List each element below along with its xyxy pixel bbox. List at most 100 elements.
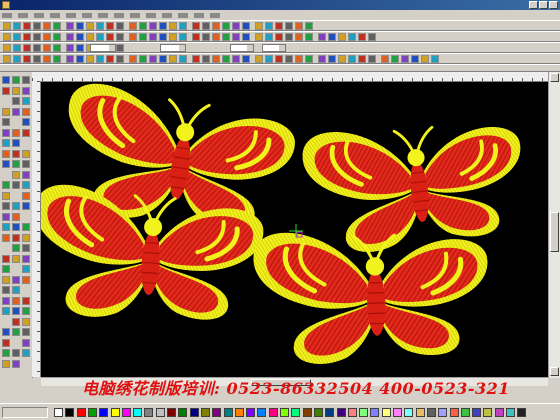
toolbar-button-icon[interactable] [222,55,230,63]
toolbar-button-icon[interactable] [305,33,313,41]
thread-color-swatch[interactable] [302,408,312,417]
tool-icon[interactable] [12,317,20,326]
toolbar-button-icon[interactable] [76,55,84,63]
toolbar-button-icon[interactable] [348,55,356,63]
thread-color-swatch[interactable] [438,408,448,417]
tool-icon[interactable] [22,296,30,305]
toolbar-button-icon[interactable] [53,22,61,30]
toolbar-button-icon[interactable] [53,33,61,41]
toolbar-button-icon[interactable] [212,33,220,41]
toolbar-button-icon[interactable] [212,55,220,63]
toolbar-button-icon[interactable] [149,55,157,63]
toolbar-button-icon[interactable] [232,33,240,41]
toolbar-button-icon[interactable] [242,33,250,41]
toolbar-button-icon[interactable] [275,55,283,63]
toolbar-button-icon[interactable] [13,55,21,63]
thread-color-swatch[interactable] [313,408,323,417]
toolbar-button-icon[interactable] [43,33,51,41]
toolbar-button-icon[interactable] [86,55,94,63]
toolbar-button-icon[interactable] [33,33,41,41]
toolbar-button-icon[interactable] [255,55,263,63]
tool-icon[interactable] [2,139,10,147]
toolbar-button-icon[interactable] [179,33,187,41]
thread-color-swatch[interactable] [212,408,222,417]
thread-color-swatch[interactable] [121,408,131,417]
tool-icon[interactable] [12,254,20,263]
thread-color-swatch[interactable] [268,408,278,417]
menu-item[interactable] [178,10,192,20]
tool-icon[interactable] [12,286,20,294]
tool-icon[interactable] [12,128,20,137]
toolbar-button-icon[interactable] [381,55,389,63]
thread-color-swatch[interactable] [167,408,176,417]
toolbar-button-icon[interactable] [33,22,41,30]
menu-item[interactable] [98,10,112,20]
thread-color-swatch[interactable] [99,408,109,417]
menu-item[interactable] [18,10,32,20]
toolbar-button-icon[interactable] [139,33,147,41]
toolbar-button-icon[interactable] [318,33,326,41]
toolbar-button-icon[interactable] [43,55,51,63]
menu-item[interactable] [114,10,128,20]
tool-icon[interactable] [2,349,10,357]
tool-icon[interactable] [2,296,10,305]
thread-color-swatch[interactable] [347,408,357,417]
toolbar-button-icon[interactable] [86,33,94,41]
menu-item[interactable] [50,10,64,20]
toolbar-button-icon[interactable] [368,33,376,41]
thread-color-swatch[interactable] [110,408,120,417]
tool-icon[interactable] [22,349,30,357]
toolbar-button-icon[interactable] [23,22,31,30]
toolbar-button-icon[interactable] [338,55,346,63]
scroll-down-icon[interactable] [550,367,559,376]
vertical-scroll-thumb[interactable] [550,212,559,252]
thread-color-swatch[interactable] [370,408,380,417]
toolbar-button-icon[interactable] [13,44,21,52]
tool-icon[interactable] [22,76,30,84]
thread-color-swatch[interactable] [65,408,75,417]
toolbar-button-icon[interactable] [391,55,399,63]
toolbar-button-icon[interactable] [338,33,346,41]
toolbar-button-icon[interactable] [3,22,11,30]
toolbar-button-icon[interactable] [149,22,157,30]
thread-color-swatch[interactable] [426,408,436,417]
thread-color-swatch[interactable] [325,408,335,417]
toolbar-button-icon[interactable] [106,55,114,63]
tool-icon[interactable] [22,118,30,126]
toolbar-button-icon[interactable] [149,33,157,41]
tool-icon[interactable] [22,328,30,336]
toolbar-button-icon[interactable] [116,55,124,63]
tool-icon[interactable] [22,244,30,252]
toolbar-button-icon[interactable] [43,22,51,30]
toolbar-button-icon[interactable] [76,33,84,41]
toolbar-combo[interactable] [160,44,186,52]
toolbar-combo[interactable] [262,44,286,52]
toolbar-button-icon[interactable] [53,55,61,63]
toolbar-button-icon[interactable] [129,33,137,41]
toolbar-button-icon[interactable] [129,55,137,63]
toolbar-button-icon[interactable] [169,55,177,63]
tool-icon[interactable] [2,160,10,168]
toolbar-button-icon[interactable] [96,33,104,41]
toolbar-button-icon[interactable] [242,55,250,63]
tool-icon[interactable] [12,223,20,231]
tool-icon[interactable] [12,107,20,116]
toolbar-button-icon[interactable] [275,33,283,41]
toolbar-button-icon[interactable] [106,33,114,41]
tool-icon[interactable] [12,160,20,168]
close-button[interactable] [549,1,558,9]
tool-icon[interactable] [2,202,10,210]
tool-icon[interactable] [2,254,10,263]
toolbar-button-icon[interactable] [116,44,124,52]
tool-icon[interactable] [22,128,30,137]
toolbar-button-icon[interactable] [76,44,84,52]
menu-item[interactable] [162,10,176,20]
toolbar-button-icon[interactable] [328,55,336,63]
tool-icon[interactable] [22,97,30,105]
tool-icon[interactable] [22,160,30,168]
tool-icon[interactable] [2,191,10,200]
tool-icon[interactable] [12,359,20,368]
tool-icon[interactable] [12,307,20,315]
tool-icon[interactable] [22,149,30,158]
toolbar-button-icon[interactable] [328,33,336,41]
